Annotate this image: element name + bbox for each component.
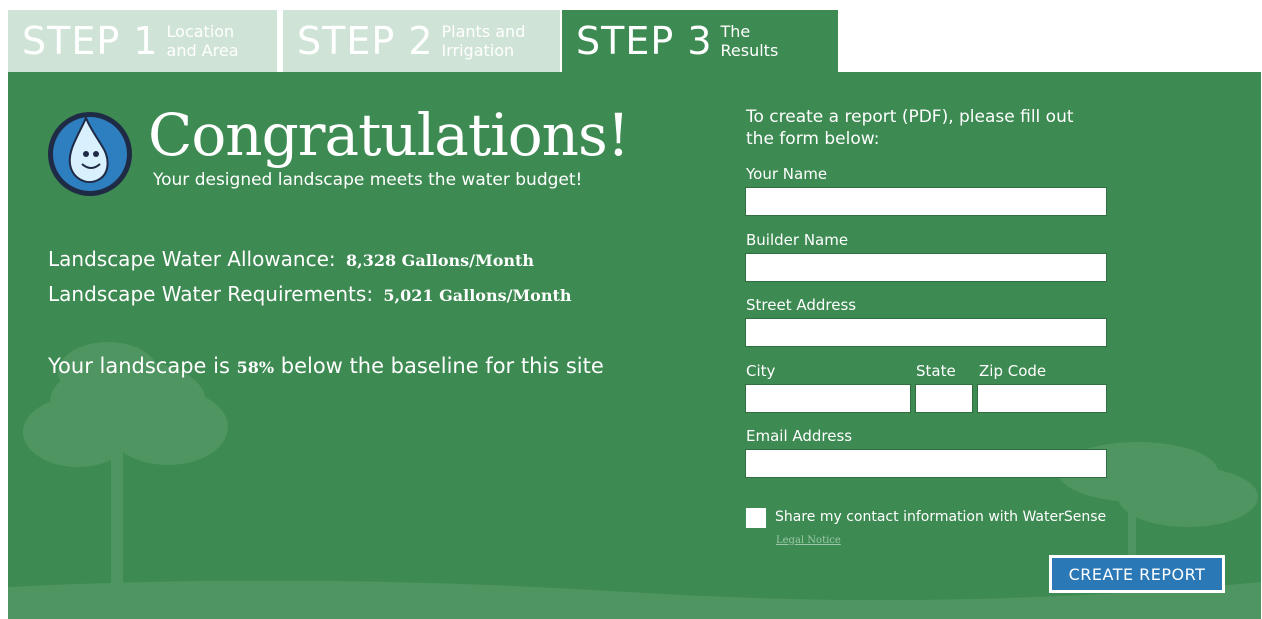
builder-name-input[interactable] — [745, 253, 1107, 282]
budget-message: Your designed landscape meets the water … — [153, 170, 583, 190]
water-allowance-value: 8,328 Gallons/Month — [346, 251, 535, 270]
baseline-suffix: below the baseline for this site — [280, 354, 604, 378]
share-contact-checkbox[interactable] — [746, 508, 766, 528]
congratulations-heading: Congratulations! — [148, 101, 630, 169]
zip-code-input[interactable] — [977, 384, 1107, 413]
email-address-label: Email Address — [746, 427, 853, 445]
legal-notice-link[interactable]: Legal Notice — [776, 535, 841, 546]
water-allowance-label: Landscape Water Allowance: — [48, 247, 336, 271]
results-panel: Congratulations! Your designed landscape… — [8, 72, 1261, 619]
your-name-input[interactable] — [745, 187, 1107, 216]
water-requirements-row: Landscape Water Requirements: 5,021 Gall… — [48, 282, 571, 306]
tab-step-3-number: STEP 3 — [576, 19, 713, 63]
tab-step-1-label: Location and Area — [166, 22, 239, 60]
water-drop-mascot-icon — [48, 112, 132, 196]
step-tabs: STEP 1 Location and Area STEP 2 Plants a… — [8, 10, 838, 72]
city-input[interactable] — [745, 384, 911, 413]
water-allowance-row: Landscape Water Allowance: 8,328 Gallons… — [48, 247, 534, 271]
zip-code-label: Zip Code — [979, 362, 1047, 380]
state-label: State — [916, 362, 956, 380]
report-form-intro: To create a report (PDF), please fill ou… — [746, 107, 1074, 149]
tab-step-2-number: STEP 2 — [297, 19, 434, 63]
tab-step-3[interactable]: STEP 3 The Results — [562, 10, 838, 72]
state-input[interactable] — [915, 384, 973, 413]
tab-step-2[interactable]: STEP 2 Plants and Irrigation — [283, 10, 560, 72]
tab-step-1-number: STEP 1 — [22, 19, 159, 63]
tab-step-1[interactable]: STEP 1 Location and Area — [8, 10, 280, 72]
baseline-percent: 58% — [236, 358, 275, 377]
your-name-label: Your Name — [746, 165, 828, 183]
builder-name-label: Builder Name — [746, 231, 849, 249]
street-address-label: Street Address — [746, 296, 857, 314]
share-contact-label: Share my contact information with WaterS… — [775, 509, 1107, 525]
email-address-input[interactable] — [745, 449, 1107, 478]
baseline-prefix: Your landscape is — [48, 354, 230, 378]
tab-step-3-label: The Results — [720, 22, 779, 60]
water-requirements-label: Landscape Water Requirements: — [48, 282, 374, 306]
city-label: City — [746, 362, 776, 380]
street-address-input[interactable] — [745, 318, 1107, 347]
create-report-button[interactable]: CREATE REPORT — [1049, 555, 1225, 593]
baseline-summary: Your landscape is 58% below the baseline… — [48, 354, 604, 378]
tab-step-2-label: Plants and Irrigation — [441, 22, 526, 60]
water-requirements-value: 5,021 Gallons/Month — [383, 286, 572, 305]
